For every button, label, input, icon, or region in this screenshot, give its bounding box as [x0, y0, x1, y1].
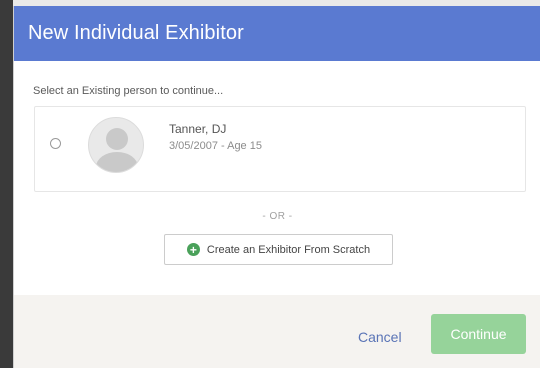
or-divider: - OR -: [262, 211, 293, 222]
avatar-body: [96, 152, 138, 172]
plus-circle-icon: +: [186, 243, 200, 256]
modal-title: New Individual Exhibitor: [28, 22, 244, 44]
default-avatar-icon: [88, 117, 144, 173]
new-exhibitor-modal: New Individual Exhibitor Select an Exist…: [13, 6, 540, 368]
create-from-scratch-button[interactable]: + Create an Exhibitor From Scratch: [164, 234, 393, 265]
avatar-head: [106, 128, 128, 150]
modal-header: New Individual Exhibitor: [14, 6, 540, 61]
person-name: Tanner, DJ: [169, 122, 227, 136]
create-from-scratch-label: Create an Exhibitor From Scratch: [206, 243, 371, 256]
person-birthdate-age: 3/05/2007 - Age 15: [169, 140, 262, 152]
continue-button[interactable]: Continue: [431, 314, 526, 354]
backdrop-left: [0, 0, 13, 368]
cancel-button[interactable]: Cancel: [358, 329, 402, 345]
person-option-card[interactable]: Tanner, DJ 3/05/2007 - Age 15: [34, 106, 526, 192]
instruction-text: Select an Existing person to continue...: [33, 85, 224, 97]
person-radio[interactable]: [50, 138, 61, 149]
modal-footer: Cancel Continue: [14, 295, 540, 368]
